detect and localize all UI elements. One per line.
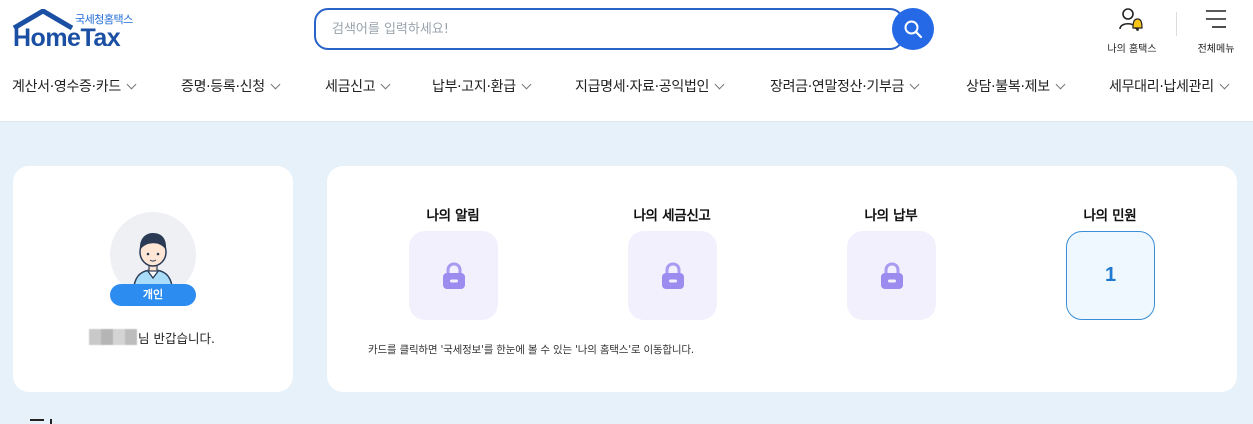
search-box (314, 8, 904, 50)
main-navigation: 계산서·영수증·카드 증명·등록·신청 세금신고 납부·고지·환급 지급명세·자… (0, 76, 1253, 98)
chevron-down-icon (1219, 79, 1230, 89)
chevron-down-icon (521, 79, 532, 89)
tile-title: 나의 세금신고 (633, 208, 711, 224)
full-menu-label: 전체메뉴 (1197, 44, 1235, 55)
tile-title: 나의 알림 (426, 208, 480, 224)
my-hometax-button[interactable]: 나의 홈택스 (1100, 6, 1164, 55)
tile-box[interactable] (409, 231, 498, 320)
lock-icon (661, 261, 684, 289)
summary-notice: 카드를 클릭하면 '국세정보'를 한눈에 볼 수 있는 '나의 홈택스'로 이동… (368, 344, 694, 356)
nav-item-tax-agent[interactable]: 세무대리·납세관리 (1109, 76, 1230, 96)
greeting-text: 님 반갑습니다. (138, 330, 215, 346)
nav-item-label: 세무대리·납세관리 (1109, 79, 1214, 95)
search-icon (904, 20, 923, 39)
hometax-logo[interactable]: 국세청홈택스 HomeTax (12, 7, 152, 52)
tile-my-civil-petitions[interactable]: 나의 민원 1 (1030, 204, 1190, 320)
chevron-down-icon (909, 79, 920, 89)
nav-item-label: 세금신고 (325, 79, 376, 95)
tile-my-tax-returns[interactable]: 나의 세금신고 (592, 204, 752, 320)
nav-item-label: 장려금·연말정산·기부금 (770, 79, 905, 95)
nav-item-label: 계산서·영수증·카드 (12, 79, 121, 95)
user-type-badge: 개인 (110, 284, 196, 306)
lock-icon (442, 261, 465, 289)
tile-my-notifications[interactable]: 나의 알림 (373, 204, 533, 320)
nav-item-statements[interactable]: 지급명세·자료·공익법인 (575, 76, 725, 96)
profile-card: 개인 님 반갑습니다. (13, 166, 293, 392)
search-bar (314, 8, 934, 50)
logo-wordmark: HomeTax (13, 24, 121, 52)
masked-username (89, 329, 137, 345)
lock-icon (880, 261, 903, 289)
chevron-down-icon (126, 79, 137, 89)
tile-box[interactable] (628, 231, 717, 320)
search-button[interactable] (892, 8, 934, 50)
user-bell-icon (1119, 8, 1143, 31)
nav-item-incentive[interactable]: 장려금·연말정산·기부금 (770, 76, 920, 96)
chevron-down-icon (1055, 79, 1066, 89)
chevron-down-icon (270, 79, 281, 89)
tile-title: 나의 납부 (864, 208, 918, 224)
nav-item-invoice[interactable]: 계산서·영수증·카드 (12, 76, 137, 96)
tile-title: 나의 민원 (1083, 208, 1137, 224)
nav-item-consulting[interactable]: 상담·불복·제보 (966, 76, 1066, 96)
chevron-down-icon (714, 79, 725, 89)
nav-item-label: 증명·등록·신청 (181, 79, 265, 95)
tile-box[interactable]: 1 (1066, 231, 1155, 320)
search-input[interactable] (332, 19, 892, 39)
hamburger-menu-icon (1206, 10, 1226, 28)
section-heading-glyph-peek (30, 419, 52, 424)
nav-item-tax-return[interactable]: 세금신고 (325, 76, 391, 96)
tile-box[interactable] (847, 231, 936, 320)
header: 국세청홈택스 HomeTax 나의 홈택스 전체메뉴 (0, 0, 1253, 122)
nav-item-payment[interactable]: 납부·고지·환급 (432, 76, 532, 96)
petition-count: 1 (1104, 264, 1117, 286)
nav-item-label: 납부·고지·환급 (432, 79, 516, 95)
my-hometax-summary-card: 나의 알림 나의 세금신고 나의 납부 나의 민원 1 카드를 클릭하면 '국세… (327, 166, 1237, 392)
nav-item-label: 상담·불복·제보 (966, 79, 1050, 95)
greeting: 님 반갑습니다. (89, 328, 215, 346)
util-divider (1176, 12, 1177, 36)
chevron-down-icon (380, 79, 391, 89)
nav-item-certificate[interactable]: 증명·등록·신청 (181, 76, 281, 96)
tile-my-payments[interactable]: 나의 납부 (811, 204, 971, 320)
full-menu-button[interactable]: 전체메뉴 (1190, 6, 1242, 55)
my-hometax-label: 나의 홈택스 (1107, 44, 1157, 55)
nav-item-label: 지급명세·자료·공익법인 (575, 79, 710, 95)
